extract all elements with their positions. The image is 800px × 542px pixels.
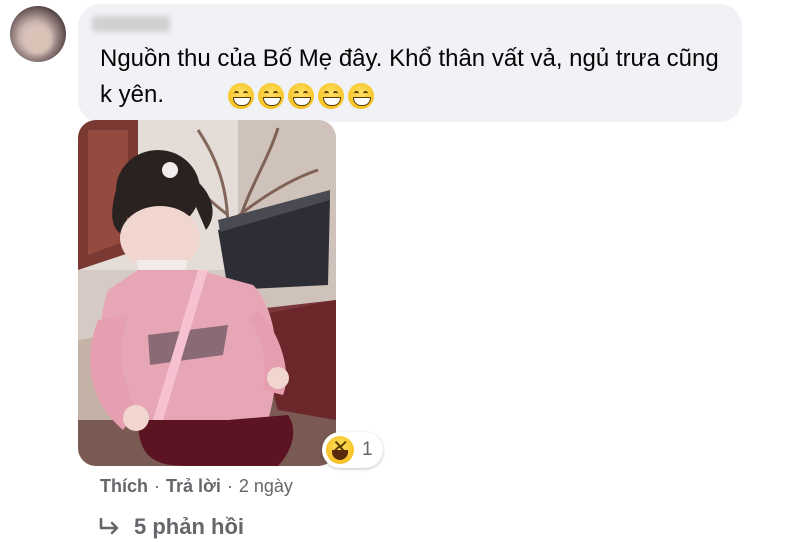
separator: ·	[154, 476, 160, 496]
comment-body: Nguồn thu của Bố Mẹ đây. Khổ thân vất vả…	[100, 45, 719, 108]
like-button[interactable]: Thích	[100, 476, 148, 497]
haha-icon	[326, 436, 354, 464]
reaction-count[interactable]: 1	[322, 432, 383, 468]
comment-text: Nguồn thu của Bố Mẹ đây. Khổ thân vất vả…	[100, 41, 720, 113]
avatar[interactable]	[10, 6, 66, 62]
author-name-blurred[interactable]	[92, 16, 170, 32]
reply-arrow-icon	[99, 518, 119, 535]
reply-button[interactable]: Trả lời	[166, 476, 221, 497]
grin-icon	[348, 83, 374, 109]
view-replies-button[interactable]: 5 phản hồi	[98, 514, 244, 540]
reaction-count-value: 1	[362, 439, 373, 460]
comment-actions: Thích · Trả lời · 2 ngày	[100, 476, 293, 497]
replies-label: 5 phản hồi	[134, 514, 244, 539]
grin-icon	[228, 83, 254, 109]
emoji-row	[228, 83, 374, 109]
comment-timestamp[interactable]: 2 ngày	[239, 476, 293, 497]
grin-icon	[288, 83, 314, 109]
attached-photo[interactable]	[78, 120, 336, 466]
grin-icon	[258, 83, 284, 109]
separator: ·	[226, 476, 233, 496]
photo-illustration	[78, 120, 336, 466]
grin-icon	[318, 83, 344, 109]
